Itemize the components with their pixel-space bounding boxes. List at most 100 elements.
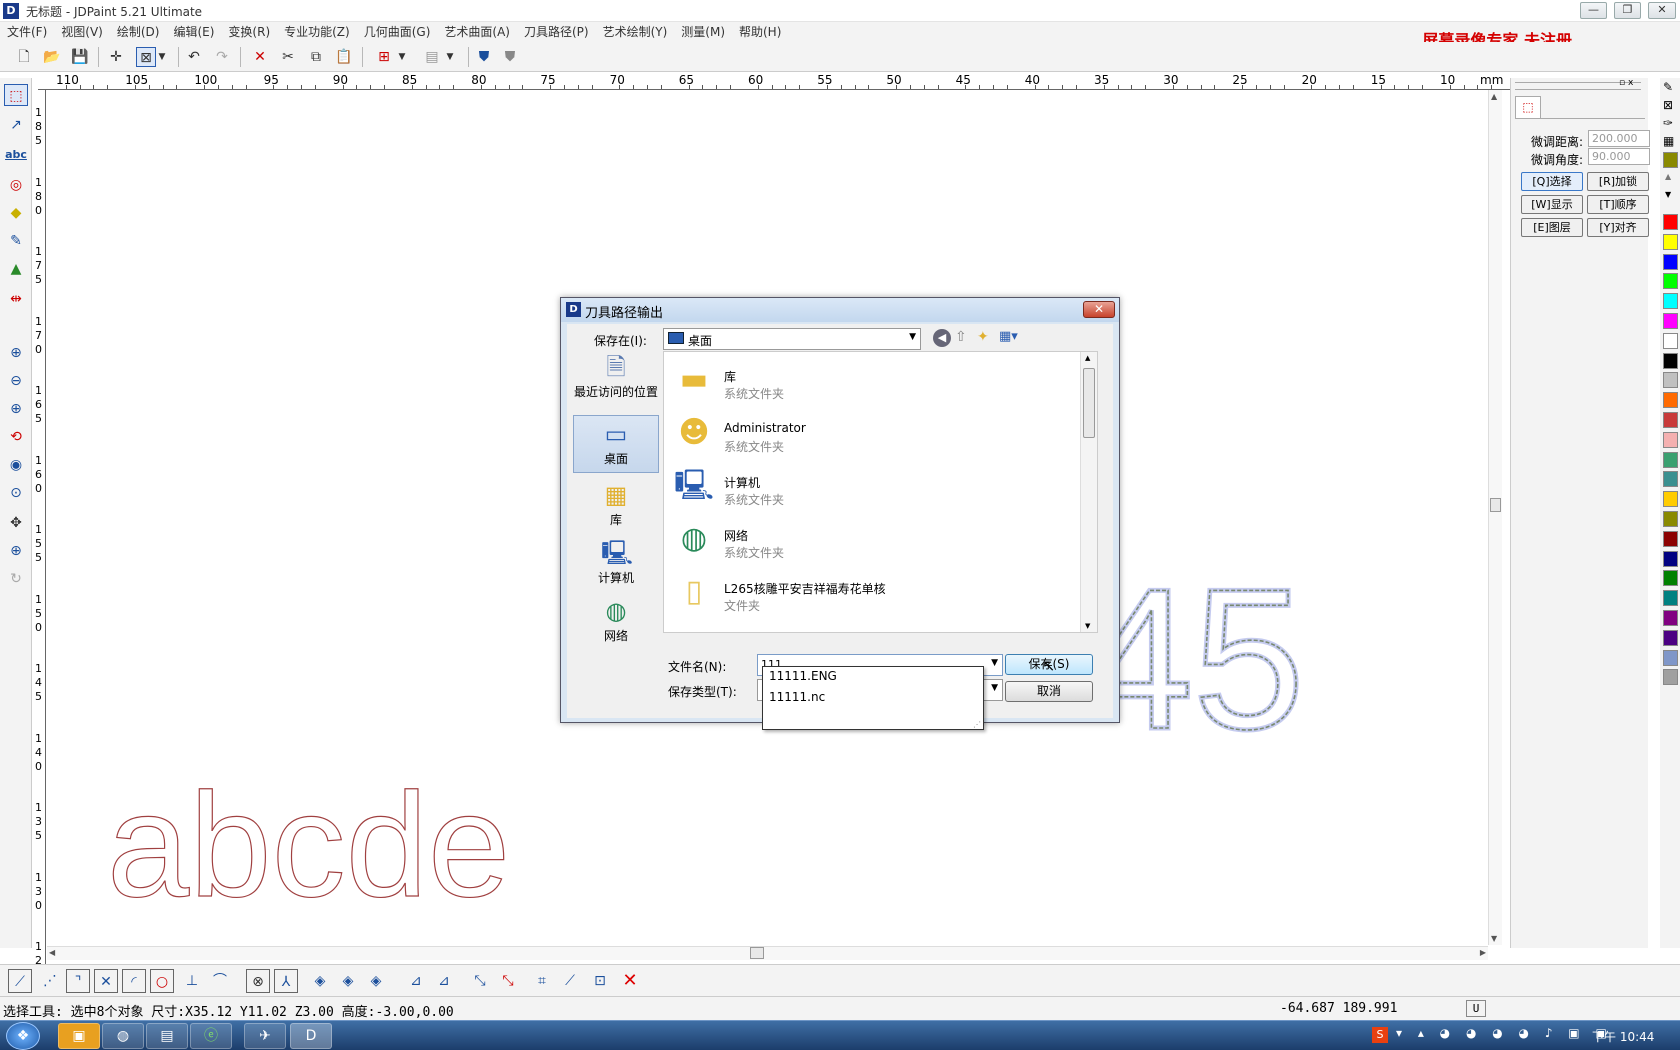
pattern-icon[interactable]: ▦ — [1663, 134, 1674, 148]
snap-tangent-icon[interactable]: ⌒ — [208, 969, 232, 993]
snap-line-icon[interactable]: ⟋ — [8, 969, 32, 993]
menu-view[interactable]: 视图(V) — [54, 22, 110, 42]
mode-indicator[interactable]: U — [1466, 1000, 1486, 1017]
color-swatch[interactable] — [1663, 253, 1678, 270]
cut-icon[interactable]: ✂ — [278, 47, 298, 67]
panel-tab-select-icon[interactable]: ⬚ — [1515, 96, 1541, 118]
undo-icon[interactable]: ↶ — [184, 47, 204, 67]
vertical-scrollbar[interactable]: ▲ ▼ — [1488, 90, 1502, 945]
color-swatch[interactable] — [1663, 491, 1678, 508]
autocomplete-item[interactable]: 11111.nc — [769, 690, 825, 704]
dialog-title-bar[interactable]: D 刀具路径输出 ✕ — [561, 298, 1119, 322]
chamfer-icon[interactable]: ⟋ — [558, 969, 582, 993]
back-icon[interactable]: ◀ — [933, 329, 951, 347]
zoom-out-icon[interactable]: ⊖ — [4, 370, 28, 392]
taskbar-app-2-icon[interactable]: ✈ — [244, 1023, 286, 1049]
list-item[interactable]: ◍ 网络 系统文件夹 — [668, 513, 1068, 565]
ime-icon[interactable]: S — [1372, 1027, 1388, 1043]
vertical-scroll-thumb[interactable] — [1490, 498, 1501, 512]
color-swatch[interactable] — [1663, 313, 1678, 329]
order-button[interactable]: [T]顺序 — [1587, 195, 1649, 214]
menu-edit[interactable]: 编辑(E) — [166, 22, 221, 42]
color-swatch[interactable] — [1663, 293, 1678, 310]
scroll-down-icon[interactable]: ▼ — [1491, 934, 1497, 943]
zoom-previous-icon[interactable]: ⟲ — [4, 426, 28, 448]
color-swatch[interactable] — [1663, 669, 1678, 686]
scroll-right-icon[interactable]: ▶ — [1480, 948, 1486, 957]
snap-endpoint-icon[interactable]: ⋰ — [38, 969, 62, 993]
select-mode-button[interactable]: [Q]选择 — [1521, 172, 1583, 191]
horizontal-scrollbar[interactable]: ◀ ▶ — [47, 946, 1488, 960]
autocomplete-item[interactable]: 11111.ENG — [769, 669, 837, 683]
save-in-select[interactable]: 桌面 ▼ — [663, 328, 921, 350]
filetype-dropdown-icon[interactable]: ▼ — [991, 683, 998, 693]
snap-perpendicular-icon[interactable]: ⊥ — [180, 969, 204, 993]
taskbar-jdpaint-icon[interactable]: D — [290, 1023, 332, 1049]
resize-grip-icon[interactable]: ⋰ — [973, 720, 981, 729]
text-tool-icon[interactable]: abc — [4, 144, 28, 166]
tray-icons[interactable]: ▾ ▴ ◕ ◕ ◕ ◕ ♪ ▣ ▣ — [1396, 1026, 1613, 1040]
shield-gray-icon[interactable]: ⛊ — [500, 47, 520, 67]
list-scroll-up-icon[interactable]: ▲ — [1085, 354, 1090, 362]
menu-measure[interactable]: 测量(M) — [674, 22, 732, 42]
palette-down-icon[interactable]: ▼ — [1665, 190, 1671, 199]
color-swatch[interactable] — [1663, 550, 1678, 567]
fill-tool-icon[interactable]: ▲ — [4, 258, 28, 280]
close-window-button[interactable]: ✕ — [1648, 2, 1676, 19]
snap-arc-icon[interactable]: ◜ — [122, 969, 146, 993]
align-button[interactable]: [Y]对齐 — [1587, 218, 1649, 237]
fine-angle-input[interactable]: 90.000 — [1588, 148, 1650, 165]
color-swatch[interactable] — [1663, 332, 1678, 349]
color-swatch[interactable] — [1663, 372, 1678, 389]
layer-view-icon[interactable]: ▤ — [422, 47, 442, 67]
snap-point-icon[interactable]: ⊗ — [246, 969, 270, 993]
save-file-icon[interactable]: 💾 — [70, 47, 90, 67]
mirror-tool-icon[interactable]: ⇹ — [4, 288, 28, 310]
color-swatch[interactable] — [1663, 590, 1678, 607]
minimize-button[interactable]: — — [1580, 2, 1607, 19]
menu-art-surface[interactable]: 艺术曲面(A) — [437, 22, 517, 42]
view-eye-icon[interactable]: ◉ — [4, 454, 28, 476]
grid-snap-icon[interactable]: ⊞ — [374, 47, 394, 67]
crosshair-icon[interactable]: ✛ — [106, 47, 126, 67]
layer-button[interactable]: [E]图层 — [1521, 218, 1583, 237]
extend-icon[interactable]: ⊿ — [432, 969, 456, 993]
color-swatch[interactable] — [1663, 610, 1678, 626]
color-swatch[interactable] — [1663, 649, 1678, 666]
taskbar-explorer-icon[interactable]: ▤ — [146, 1023, 188, 1049]
restore-button[interactable]: ❐ — [1614, 2, 1641, 19]
node-delete-icon[interactable]: ◈ — [364, 969, 388, 993]
taskbar-app-1-icon[interactable]: ▣ — [58, 1023, 100, 1049]
zoom-all-icon[interactable]: ⊙ — [4, 482, 28, 504]
pen-tool-icon[interactable]: ✎ — [4, 230, 28, 252]
node-edit-icon[interactable]: ◈ — [308, 969, 332, 993]
pen-icon[interactable]: ✎ — [1663, 80, 1673, 94]
menu-art-draw[interactable]: 艺术绘制(Y) — [596, 22, 675, 42]
zoom-window-icon[interactable]: ⊕ — [4, 342, 28, 364]
fillet-icon[interactable]: ⌗ — [530, 969, 554, 993]
transform-tool-icon[interactable]: ◆ — [4, 202, 28, 224]
view-menu-icon[interactable]: ▦▾ — [999, 329, 1018, 344]
scroll-up-icon[interactable]: ▲ — [1491, 92, 1497, 101]
join-icon[interactable]: ⤡ — [496, 969, 520, 993]
new-folder-icon[interactable]: ✦ — [977, 329, 989, 345]
shape-tool-icon[interactable]: ◎ — [4, 174, 28, 196]
color-swatch[interactable] — [1663, 431, 1678, 448]
color-swatch[interactable] — [1663, 530, 1678, 547]
grid-dropdown-icon[interactable]: ▼ — [396, 47, 408, 67]
zoom-in-icon[interactable]: ⊕ — [4, 398, 28, 420]
menu-draw[interactable]: 绘制(D) — [110, 22, 167, 42]
list-item[interactable]: ▯ L265核雕平安吉祥福寿花单核 文件夹 — [668, 566, 1068, 618]
horizontal-scroll-thumb[interactable] — [750, 947, 764, 959]
snap-ortho-icon[interactable]: ⅄ — [274, 969, 298, 993]
color-swatch[interactable] — [1663, 352, 1678, 369]
up-folder-icon[interactable]: ⇧ — [955, 329, 967, 345]
select-box-icon[interactable]: ⊠ — [136, 47, 156, 67]
refresh-icon[interactable]: ↻ — [4, 568, 28, 590]
delete-icon[interactable]: ✕ — [250, 47, 270, 67]
color-swatch[interactable] — [1663, 273, 1678, 290]
array-icon[interactable]: ⊡ — [588, 969, 612, 993]
no-color-icon[interactable]: ⊠ — [1663, 98, 1673, 112]
menu-professional[interactable]: 专业功能(Z) — [277, 22, 357, 42]
palette-up-icon[interactable]: ▲ — [1665, 172, 1671, 181]
